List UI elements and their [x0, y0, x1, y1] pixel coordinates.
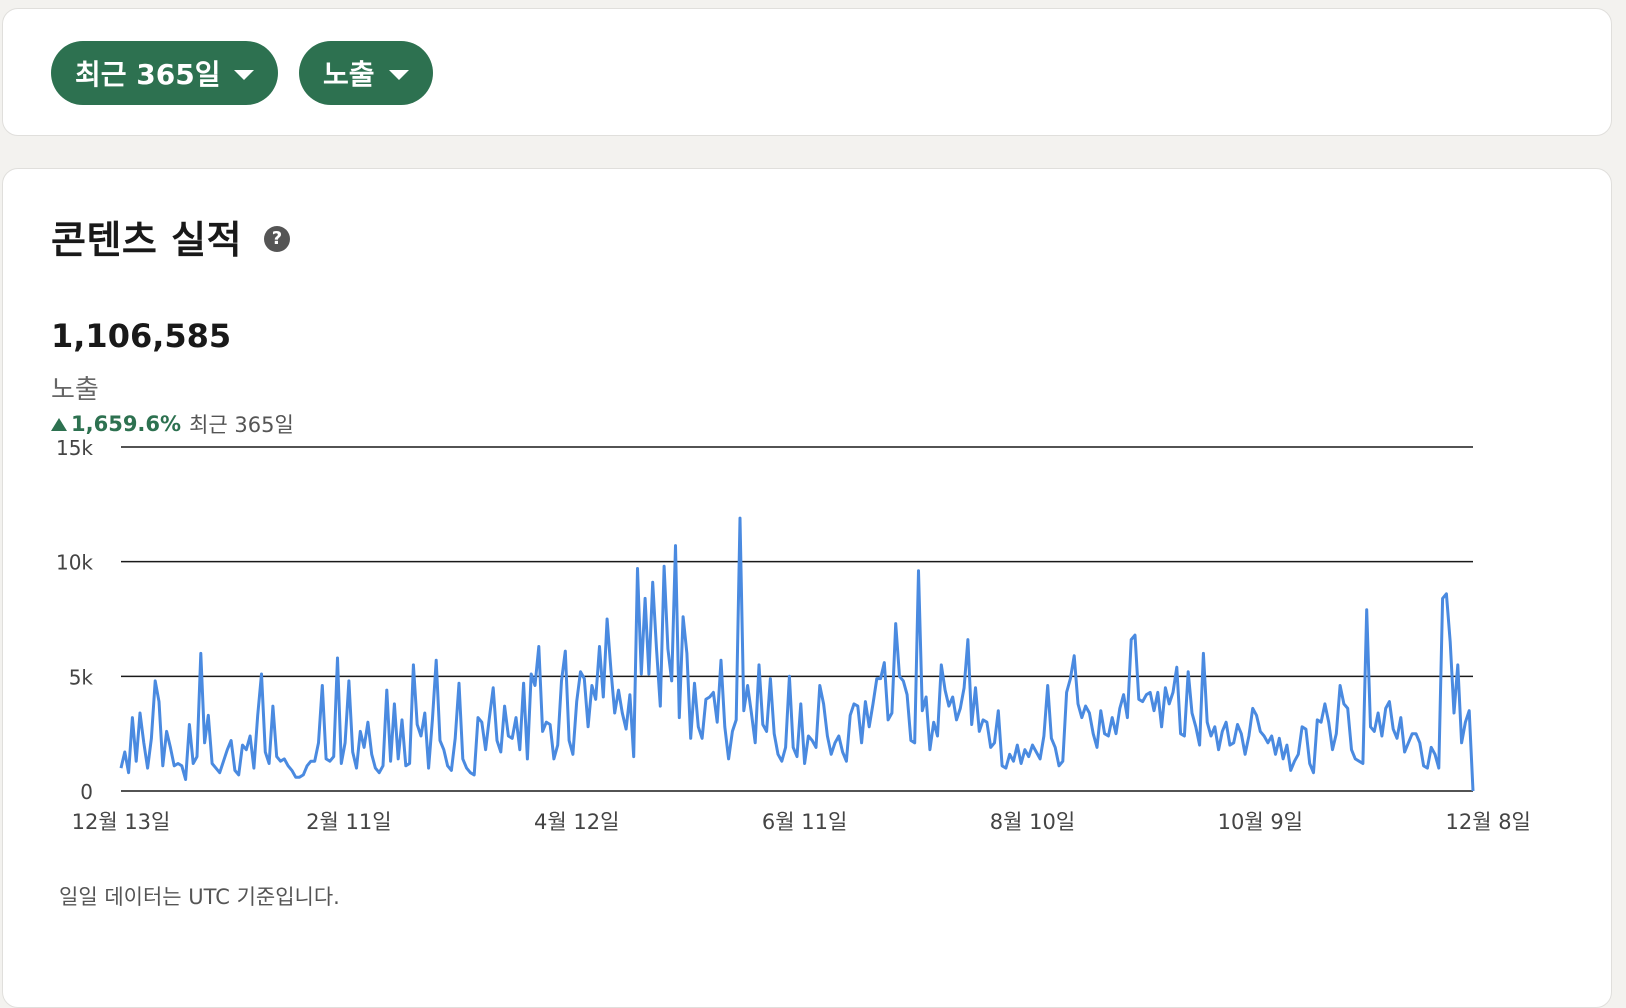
y-tick-label: 15k [56, 436, 93, 460]
caret-down-icon [388, 69, 409, 80]
date-range-label: 최근 365일 [75, 58, 221, 91]
x-tick-label: 2월 11일 [306, 810, 391, 834]
x-tick-label: 12월 8일 [1445, 810, 1530, 834]
impressions-series-line[interactable] [119, 516, 1475, 792]
metric-dropdown[interactable]: 노출 [299, 41, 433, 105]
x-tick-label: 12월 13일 [72, 810, 171, 834]
filter-bar: 최근 365일 노출 [2, 8, 1612, 136]
x-tick-label: 6월 11일 [762, 810, 847, 834]
impressions-line-chart: 0 5k 10k 15k 12월 13일 2월 11일 4월 12일 6월 11일 8월 10일… [56, 436, 1531, 834]
y-tick-label: 0 [80, 780, 93, 804]
x-tick-label: 4월 12일 [534, 810, 619, 834]
utc-footnote: 일일 데이터는 UTC 기준입니다. [59, 885, 340, 909]
x-tick-label: 8월 10일 [990, 810, 1075, 834]
caret-down-icon [234, 69, 255, 80]
y-tick-label: 10k [56, 551, 93, 575]
x-tick-label: 10월 9일 [1218, 810, 1303, 834]
y-tick-label: 5k [69, 665, 94, 689]
content-performance-card: 콘텐츠 실적 ? 1,106,585 노출 1,659.6% 최근 365일 0… [2, 168, 1612, 1008]
metric-label: 노출 [323, 58, 375, 91]
date-range-dropdown[interactable]: 최근 365일 [51, 41, 279, 105]
